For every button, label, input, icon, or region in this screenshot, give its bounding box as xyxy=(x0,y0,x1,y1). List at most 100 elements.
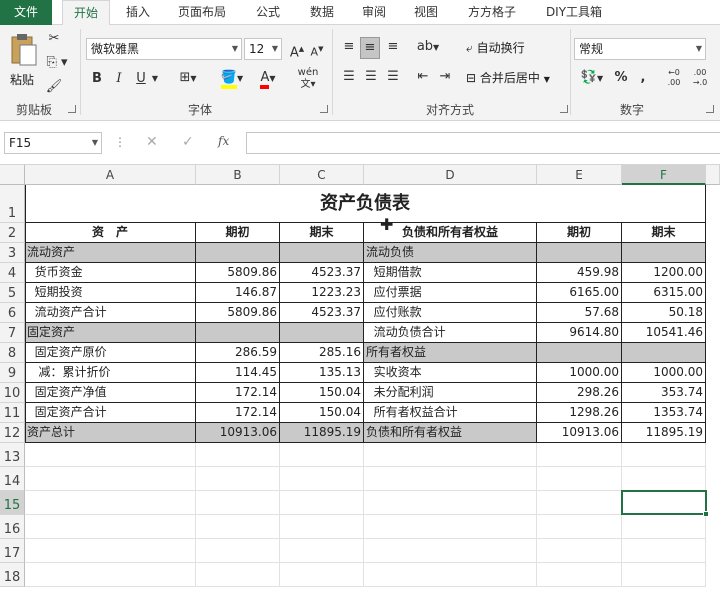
tab-insert[interactable]: 插入 xyxy=(116,0,160,25)
empty-cell[interactable] xyxy=(196,563,280,587)
row-header[interactable]: 15 xyxy=(0,491,25,515)
empty-cell[interactable] xyxy=(537,563,622,587)
tab-review[interactable]: 审阅 xyxy=(352,0,396,25)
increase-decimal-icon[interactable]: ←0.00 xyxy=(664,68,684,88)
table-cell[interactable]: 146.87 xyxy=(196,283,280,303)
table-cell[interactable]: 固定资产净值 xyxy=(25,383,196,403)
decrease-font-icon[interactable]: A▼ xyxy=(308,39,326,63)
table-cell[interactable]: 固定资产 xyxy=(25,323,196,343)
table-cell[interactable]: 353.74 xyxy=(622,383,706,403)
table-cell[interactable]: 172.14 xyxy=(196,403,280,423)
table-cell[interactable]: 负债和所有者权益 xyxy=(364,423,537,443)
table-cell[interactable] xyxy=(280,243,364,263)
table-cell[interactable]: 短期投资 xyxy=(25,283,196,303)
table-cell[interactable] xyxy=(280,323,364,343)
table-cell[interactable]: 114.45 xyxy=(196,363,280,383)
table-cell[interactable]: 所有者权益合计 xyxy=(364,403,537,423)
empty-cell[interactable] xyxy=(25,539,196,563)
empty-cell[interactable] xyxy=(537,443,622,467)
font-launcher-icon[interactable] xyxy=(320,105,328,113)
border-icon[interactable]: ⊞▼ xyxy=(174,68,202,89)
table-cell[interactable] xyxy=(537,343,622,363)
tab-home[interactable]: 开始 xyxy=(62,0,110,26)
increase-font-icon[interactable]: A▲ xyxy=(288,39,306,63)
empty-cell[interactable] xyxy=(196,539,280,563)
table-cell[interactable]: 未分配利润 xyxy=(364,383,537,403)
table-cell[interactable]: 固定资产原价 xyxy=(25,343,196,363)
row-header[interactable]: 8 xyxy=(0,343,25,363)
bold-button[interactable]: B xyxy=(90,69,104,89)
table-cell[interactable]: 1353.74 xyxy=(622,403,706,423)
table-header-cell[interactable]: 期末 xyxy=(280,223,364,243)
table-cell[interactable]: 货币资金 xyxy=(25,263,196,283)
empty-cell[interactable] xyxy=(196,515,280,539)
table-cell[interactable]: 减：累计折价 xyxy=(25,363,196,383)
table-cell[interactable] xyxy=(196,243,280,263)
row-header[interactable]: 3 xyxy=(0,243,25,263)
column-header[interactable]: A xyxy=(25,165,196,185)
table-cell[interactable]: 应付账款 xyxy=(364,303,537,323)
tab-page-layout[interactable]: 页面布局 xyxy=(170,0,234,25)
tab-view[interactable]: 视图 xyxy=(404,0,448,25)
merge-center-button[interactable]: ⊟ 合并后居中 ▼ xyxy=(466,68,566,88)
tab-data[interactable]: 数据 xyxy=(300,0,344,25)
empty-cell[interactable] xyxy=(537,539,622,563)
empty-cell[interactable] xyxy=(537,515,622,539)
table-cell[interactable] xyxy=(622,243,706,263)
formula-input[interactable] xyxy=(246,132,720,154)
font-name-select[interactable]: 微软雅黑 ▼ xyxy=(86,38,242,60)
table-cell[interactable]: 150.04 xyxy=(280,403,364,423)
accounting-format-icon[interactable]: 💱▼ xyxy=(578,68,606,89)
font-color-icon[interactable]: A▼ xyxy=(254,68,282,89)
row-header[interactable]: 6 xyxy=(0,303,25,323)
row-header[interactable]: 7 xyxy=(0,323,25,343)
empty-cell[interactable] xyxy=(622,563,706,587)
fill-handle[interactable] xyxy=(703,511,709,517)
tab-formulas[interactable]: 公式 xyxy=(246,0,290,25)
table-cell[interactable]: 10913.06 xyxy=(196,423,280,443)
row-header[interactable]: 18 xyxy=(0,563,25,587)
sheet-title[interactable]: 资产负债表 xyxy=(25,185,706,223)
empty-cell[interactable] xyxy=(622,539,706,563)
table-cell[interactable]: 11895.19 xyxy=(280,423,364,443)
table-cell[interactable]: 286.59 xyxy=(196,343,280,363)
row-header[interactable]: 5 xyxy=(0,283,25,303)
empty-cell[interactable] xyxy=(364,491,537,515)
empty-cell[interactable] xyxy=(196,443,280,467)
table-cell[interactable] xyxy=(622,343,706,363)
table-cell[interactable]: 10913.06 xyxy=(537,423,622,443)
align-top-icon[interactable]: ≡ xyxy=(340,37,358,57)
align-right-icon[interactable]: ☰ xyxy=(384,67,402,87)
align-middle-icon[interactable]: ≡ xyxy=(360,37,380,59)
column-header[interactable]: E xyxy=(537,165,622,185)
table-cell[interactable] xyxy=(537,243,622,263)
paste-button[interactable]: 粘贴 xyxy=(6,31,40,91)
empty-cell[interactable] xyxy=(622,515,706,539)
table-cell[interactable]: 4523.37 xyxy=(280,303,364,323)
row-header[interactable]: 9 xyxy=(0,363,25,383)
table-cell[interactable]: 459.98 xyxy=(537,263,622,283)
empty-cell[interactable] xyxy=(364,539,537,563)
row-header[interactable]: 14 xyxy=(0,467,25,491)
row-header[interactable]: 12 xyxy=(0,423,25,443)
underline-button[interactable]: U xyxy=(134,69,148,89)
row-header[interactable]: 11 xyxy=(0,403,25,423)
table-cell[interactable]: 流动负债 xyxy=(364,243,537,263)
spreadsheet-grid[interactable]: A B C D E F 1 2 3 4 5 6 7 8 9 10 11 12 13 14 15 16 17 18 资产负债表资 … xyxy=(0,165,720,600)
table-cell[interactable]: 实收资本 xyxy=(364,363,537,383)
phonetic-icon[interactable]: wén 文▾ xyxy=(294,67,322,91)
decrease-decimal-icon[interactable]: .00 →.0 xyxy=(690,68,710,88)
table-cell[interactable]: 应付票据 xyxy=(364,283,537,303)
table-cell[interactable]: 298.26 xyxy=(537,383,622,403)
empty-cell[interactable] xyxy=(364,467,537,491)
empty-cell[interactable] xyxy=(280,467,364,491)
table-cell[interactable]: 57.68 xyxy=(537,303,622,323)
decrease-indent-icon[interactable]: ⇤ xyxy=(414,67,432,87)
fill-color-icon[interactable]: 🪣▼ xyxy=(216,68,248,89)
tab-diy-toolbox[interactable]: DIY工具箱 xyxy=(538,0,610,25)
empty-cell[interactable] xyxy=(25,467,196,491)
table-cell[interactable]: 流动负债合计 xyxy=(364,323,537,343)
clipboard-launcher-icon[interactable] xyxy=(68,105,76,113)
orientation-icon[interactable]: ab▼ xyxy=(414,37,442,58)
select-all-corner[interactable] xyxy=(0,165,25,185)
